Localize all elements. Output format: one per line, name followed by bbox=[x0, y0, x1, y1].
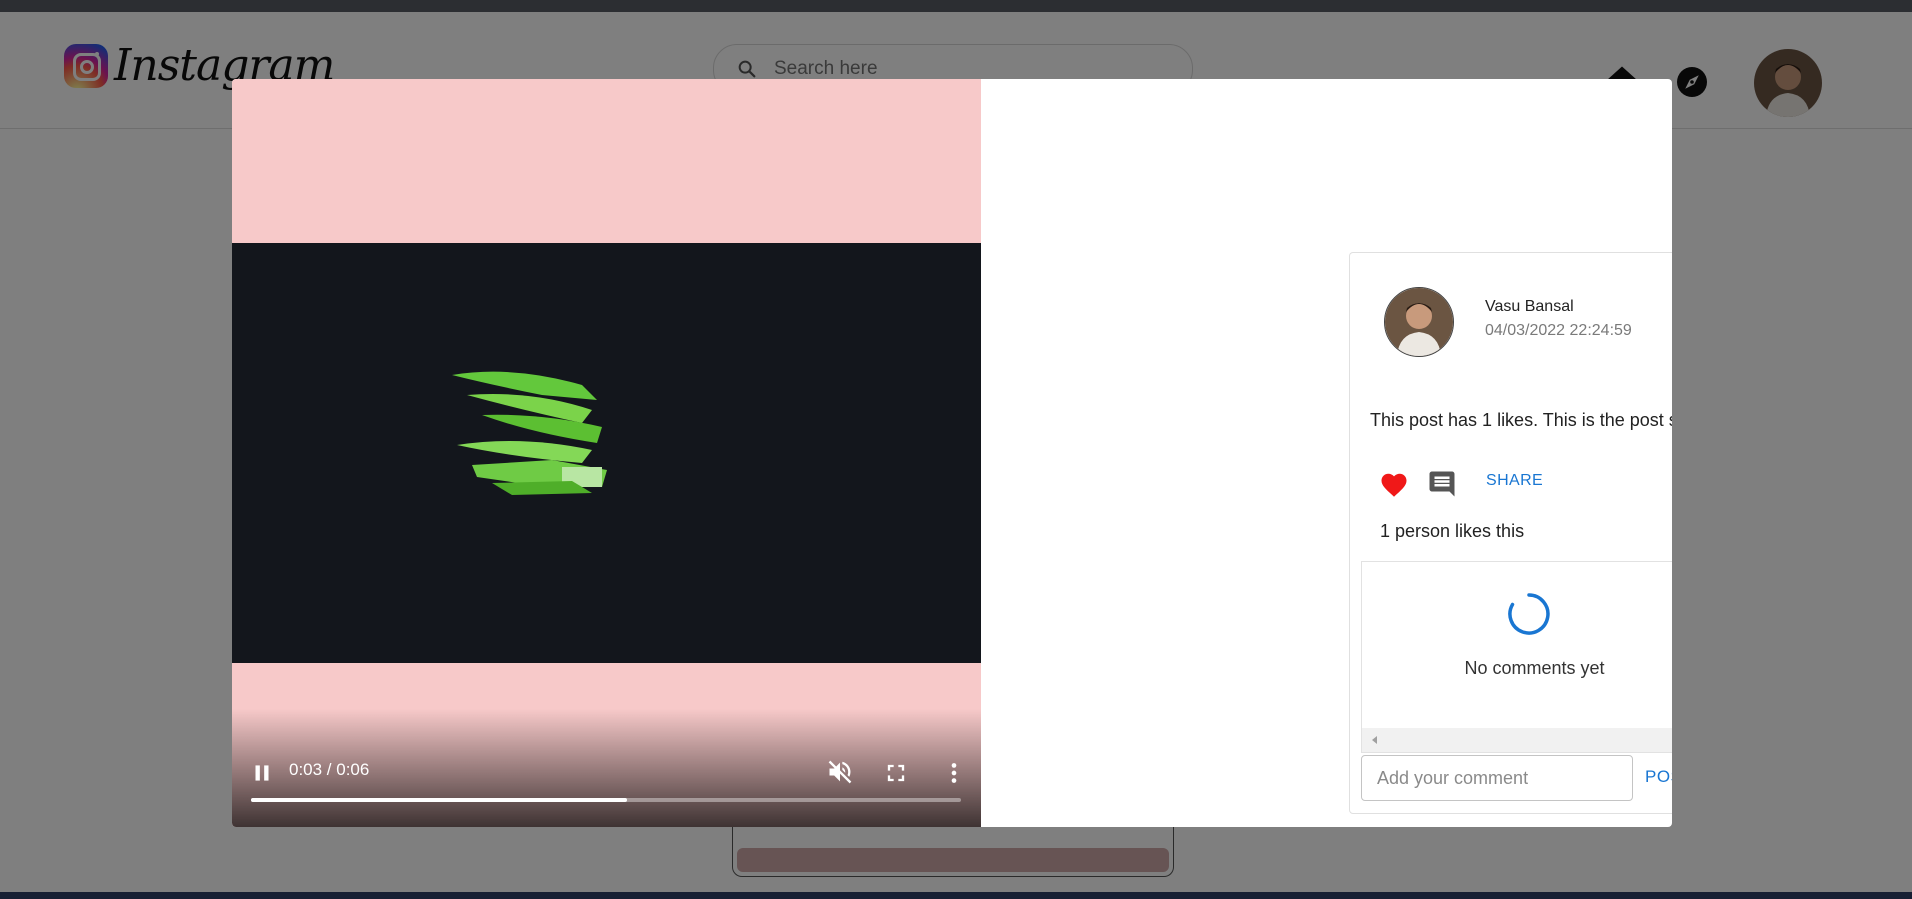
post-timestamp: 04/03/2022 22:24:59 bbox=[1485, 322, 1632, 339]
likes-count-text: 1 person likes this bbox=[1380, 521, 1525, 541]
post-modal: 0:03 / 0:06 Vasu Bansal 04/03/2022 22:24… bbox=[232, 79, 1672, 827]
video-content bbox=[452, 371, 607, 495]
video-progress-bar[interactable] bbox=[251, 798, 961, 802]
post-button-label: POST bbox=[1645, 767, 1672, 786]
post-status-text: This post has 1 likes. This is the post … bbox=[1370, 410, 1672, 430]
post-author-avatar[interactable] bbox=[1384, 287, 1454, 357]
more-options-icon[interactable] bbox=[940, 759, 968, 787]
video-time: 0:03 / 0:06 bbox=[289, 760, 370, 779]
post-comment-button[interactable]: POST bbox=[1645, 765, 1672, 789]
comments-list[interactable]: No comments yet bbox=[1361, 561, 1672, 753]
post-author-name[interactable]: Vasu Bansal bbox=[1485, 298, 1574, 316]
heart-icon[interactable] bbox=[1379, 470, 1409, 500]
loading-spinner-icon bbox=[1508, 593, 1550, 635]
comment-input[interactable] bbox=[1361, 755, 1633, 801]
video-frame bbox=[232, 243, 981, 663]
scroll-arrows-horizontal-icon bbox=[1372, 736, 1377, 744]
share-button[interactable]: SHARE bbox=[1486, 472, 1543, 490]
comment-icon[interactable] bbox=[1427, 469, 1457, 499]
avatar-photo bbox=[1385, 288, 1453, 356]
muted-volume-icon[interactable] bbox=[826, 758, 854, 786]
pause-icon[interactable] bbox=[249, 760, 275, 786]
no-comments-text: No comments yet bbox=[1464, 658, 1605, 678]
post-details-card: Vasu Bansal 04/03/2022 22:24:59 This pos… bbox=[1349, 252, 1672, 814]
fullscreen-icon[interactable] bbox=[882, 759, 910, 787]
video-player[interactable]: 0:03 / 0:06 bbox=[232, 79, 981, 827]
horizontal-scrollbar[interactable] bbox=[1362, 728, 1672, 752]
video-progress-fill bbox=[251, 798, 628, 802]
